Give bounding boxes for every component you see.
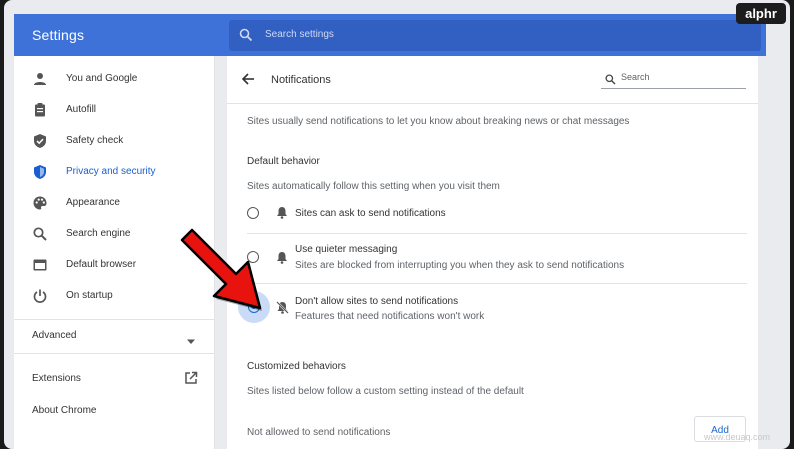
sidebar-item-label: Autofill (66, 104, 97, 115)
sidebar-item-appearance[interactable]: Appearance (14, 188, 214, 218)
shield-icon (32, 164, 48, 180)
sidebar-item-about-chrome[interactable]: About Chrome (14, 396, 214, 426)
sidebar-item-privacy-and-security[interactable]: Privacy and security (14, 157, 214, 187)
person-icon (32, 71, 48, 87)
bell-icon (276, 206, 288, 224)
option-divider (247, 233, 747, 234)
customized-behaviors-subtext: Sites listed below follow a custom setti… (247, 386, 524, 397)
option-label: Use quieter messaging (295, 244, 398, 255)
search-settings-placeholder: Search settings (265, 29, 334, 40)
sidebar-advanced-toggle[interactable]: Advanced (14, 320, 214, 350)
palette-icon (32, 195, 48, 211)
sidebar-item-label: Appearance (66, 197, 120, 208)
default-behavior-heading: Default behavior (247, 156, 320, 167)
power-icon (32, 288, 48, 304)
external-link-icon (184, 371, 198, 390)
panel-divider (227, 103, 758, 104)
red-arrow-annotation (180, 228, 262, 311)
sidebar-item-extensions[interactable]: Extensions (14, 364, 214, 394)
sidebar-advanced-label: Advanced (32, 330, 77, 341)
sidebar-item-safety-check[interactable]: Safety check (14, 126, 214, 156)
bell-off-icon (276, 301, 289, 319)
sidebar-about-label: About Chrome (32, 405, 97, 416)
search-settings-bar[interactable]: Search settings (229, 20, 761, 51)
search-icon (605, 72, 616, 90)
customized-behaviors-heading: Customized behaviors (247, 361, 346, 372)
option-divider (247, 283, 747, 284)
sidebar-item-label: On startup (66, 290, 113, 301)
browser-window-icon (32, 257, 48, 273)
sidebar-item-autofill[interactable]: Autofill (14, 95, 214, 125)
alphr-logo: alphr (736, 3, 786, 24)
page-title: Notifications (271, 74, 331, 86)
option-sublabel: Sites are blocked from interrupting you … (295, 260, 625, 271)
sidebar-divider (14, 353, 214, 354)
sidebar-item-label: Safety check (66, 135, 124, 146)
radio-sites-can-ask[interactable] (247, 207, 259, 219)
sidebar-item-label: You and Google (66, 73, 138, 84)
option-sublabel: Features that need notifications won't w… (295, 311, 485, 322)
sidebar-item-label: Default browser (66, 259, 137, 270)
sidebar-item-you-and-google[interactable]: You and Google (14, 64, 214, 94)
option-label: Sites can ask to send notifications (295, 208, 446, 219)
chevron-down-icon (186, 332, 196, 350)
settings-header: Settings Search settings (14, 14, 766, 56)
sidebar-extensions-label: Extensions (32, 373, 81, 384)
app-title: Settings (32, 27, 85, 43)
search-icon (32, 226, 48, 242)
sidebar-item-label: Privacy and security (66, 166, 156, 177)
option-label: Don't allow sites to send notifications (295, 296, 459, 307)
clipboard-icon (32, 102, 48, 118)
notifications-search-field[interactable]: Search (601, 68, 746, 89)
notifications-search-placeholder: Search (621, 72, 650, 82)
back-arrow-icon[interactable] (241, 72, 255, 91)
not-allowed-label: Not allowed to send notifications (247, 427, 391, 438)
notifications-panel: Notifications Search Sites usually send … (227, 56, 758, 449)
notifications-description: Sites usually send notifications to let … (247, 116, 630, 127)
default-behavior-subtext: Sites automatically follow this setting … (247, 181, 500, 192)
shield-check-icon (32, 133, 48, 149)
screenshot-frame: Settings Search settings You and Google … (4, 0, 790, 449)
bell-icon (276, 251, 288, 269)
site-watermark: www.deuaq.com (704, 432, 771, 442)
search-icon (239, 28, 253, 47)
sidebar-item-label: Search engine (66, 228, 131, 239)
